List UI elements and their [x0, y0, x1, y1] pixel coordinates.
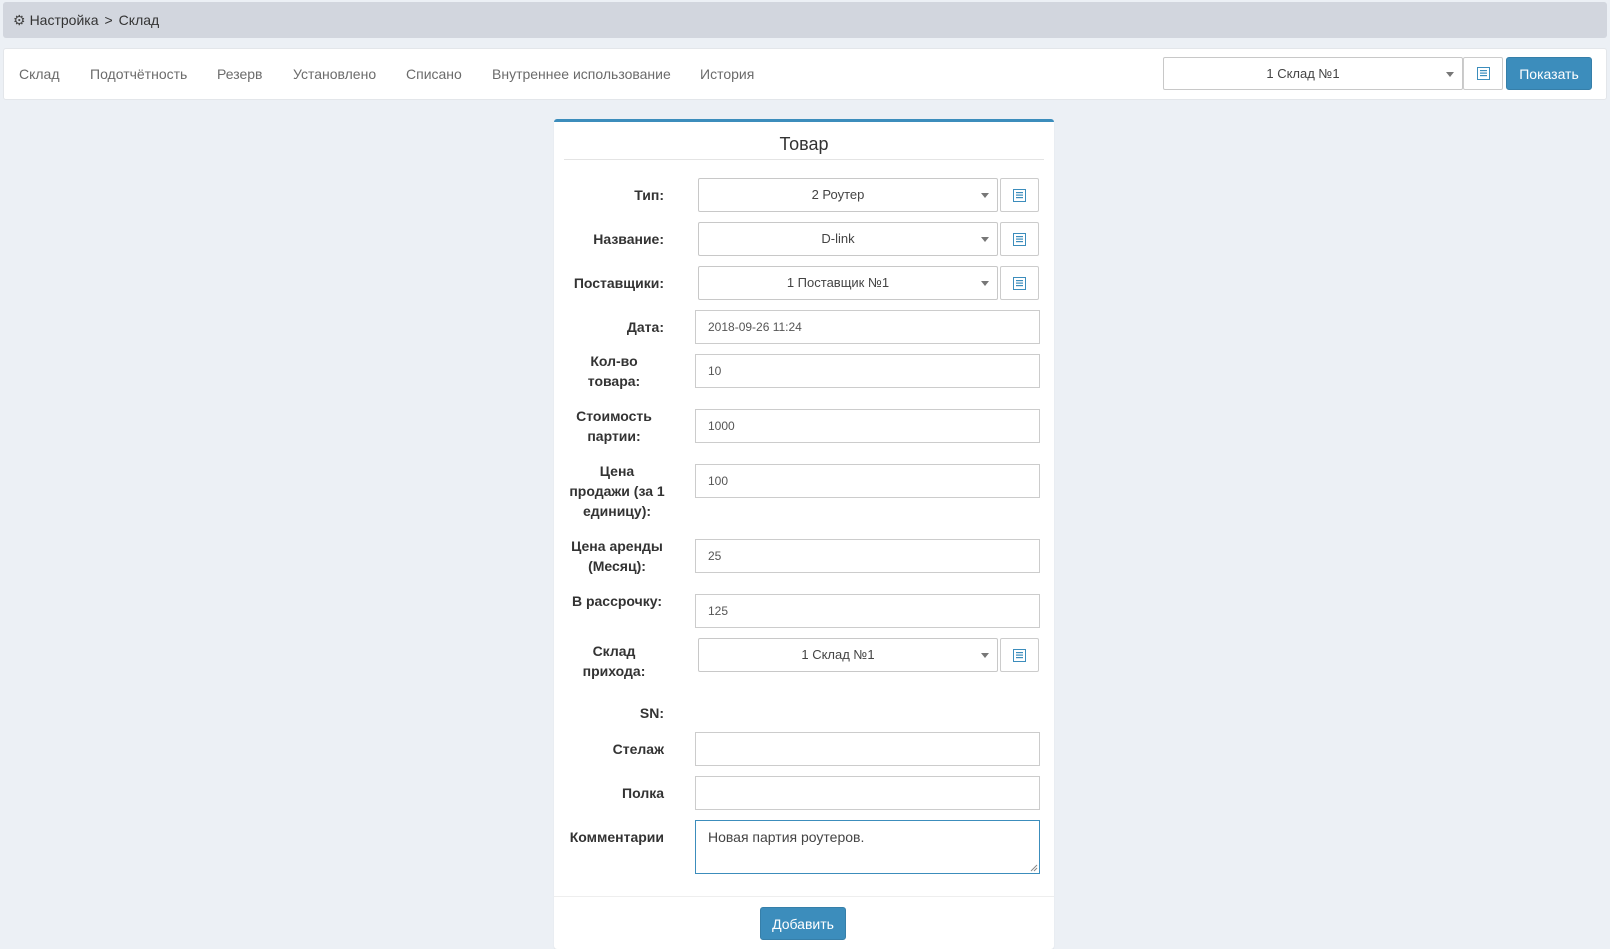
title-divider — [564, 159, 1044, 160]
breadcrumb-separator: > — [104, 12, 113, 28]
gear-icon: ⚙ — [13, 11, 26, 28]
sale-price-label-line2: продажи (за 1 — [569, 483, 665, 499]
arrival-warehouse-label-line1: Склад — [592, 643, 636, 659]
name-select-value: D-link — [821, 231, 855, 246]
rent-price-label: Цена аренды (Месяц): — [558, 536, 676, 576]
chevron-down-icon — [981, 281, 989, 286]
rack-label: Стелаж — [612, 741, 664, 757]
chevron-down-icon — [981, 237, 989, 242]
resize-grip-icon[interactable] — [1030, 864, 1038, 872]
batch-cost-label-line1: Стоимость — [576, 408, 652, 424]
breadcrumb-parent[interactable]: Настройка — [30, 12, 99, 28]
date-label: Дата: — [626, 319, 664, 335]
name-list-button[interactable] — [1000, 222, 1039, 256]
rent-price-label-line2: (Месяц): — [588, 558, 646, 574]
sn-label: SN: — [639, 705, 664, 721]
rent-price-input[interactable] — [695, 539, 1040, 573]
tab-internal-use[interactable]: Внутреннее использование — [492, 66, 671, 82]
type-list-button[interactable] — [1000, 178, 1039, 212]
tab-reserve[interactable]: Резерв — [217, 66, 262, 82]
sale-price-label: Цена продажи (за 1 единицу): — [558, 461, 676, 521]
type-label: Тип: — [634, 187, 664, 203]
rent-price-label-line1: Цена аренды — [571, 538, 663, 554]
footer-divider — [554, 896, 1054, 897]
sale-price-label-line3: единицу): — [582, 503, 652, 519]
arrival-warehouse-label: Склад прихода: — [564, 641, 664, 681]
top-nav: Склад Подотчётность Резерв Установлено С… — [3, 48, 1607, 100]
sale-price-label-line1: Цена — [599, 463, 635, 479]
arrival-warehouse-list-button[interactable] — [1000, 638, 1039, 672]
rack-input[interactable] — [695, 732, 1040, 766]
warehouse-filter-select[interactable]: 1 Склад №1 — [1163, 57, 1463, 90]
quantity-input[interactable] — [695, 354, 1040, 388]
chevron-down-icon — [1446, 71, 1454, 77]
breadcrumb-current: Склад — [118, 12, 160, 28]
list-icon — [1013, 648, 1026, 662]
type-select[interactable]: 2 Роутер — [698, 178, 998, 212]
batch-cost-label-line2: партии: — [587, 428, 641, 444]
date-input[interactable] — [695, 310, 1040, 344]
batch-cost-input[interactable] — [695, 409, 1040, 443]
type-select-value: 2 Роутер — [811, 187, 865, 202]
name-select[interactable]: D-link — [698, 222, 998, 256]
shelf-input[interactable] — [695, 776, 1040, 810]
quantity-label-line1: Кол-во — [590, 353, 638, 369]
form-title: Товар — [779, 134, 829, 154]
show-button[interactable]: Показать — [1506, 57, 1592, 90]
suppliers-select[interactable]: 1 Поставщик №1 — [698, 266, 998, 300]
batch-cost-label: Стоимость партии: — [564, 406, 664, 446]
arrival-warehouse-select-value: 1 Склад №1 — [801, 647, 875, 662]
warehouse-filter-value: 1 Склад №1 — [1266, 66, 1340, 81]
tab-written-off[interactable]: Списано — [406, 66, 462, 82]
shelf-label: Полка — [622, 785, 664, 801]
installment-label: В рассрочку: — [571, 593, 663, 609]
comments-textarea[interactable]: Новая партия роутеров. — [695, 820, 1040, 874]
suppliers-select-value: 1 Поставщик №1 — [786, 275, 890, 290]
tab-history[interactable]: История — [700, 66, 754, 82]
arrival-warehouse-label-line2: прихода: — [582, 663, 646, 679]
chevron-down-icon — [981, 193, 989, 198]
comments-label: Комментарии — [569, 829, 664, 845]
product-form-panel: Товар Тип: 2 Роутер Название: D-link Пос… — [554, 119, 1054, 949]
installment-input[interactable] — [695, 594, 1040, 628]
arrival-warehouse-select[interactable]: 1 Склад №1 — [698, 638, 998, 672]
tab-accountability[interactable]: Подотчётность — [90, 66, 187, 82]
list-icon — [1476, 67, 1490, 80]
warehouse-filter-list-button[interactable] — [1463, 57, 1503, 90]
name-label: Название: — [593, 231, 664, 247]
add-button[interactable]: Добавить — [760, 907, 846, 940]
quantity-label-line2: товара: — [587, 373, 641, 389]
suppliers-list-button[interactable] — [1000, 266, 1039, 300]
suppliers-label: Поставщики: — [573, 275, 664, 291]
list-icon — [1013, 276, 1026, 290]
breadcrumb: ⚙ Настройка > Склад — [3, 2, 1607, 38]
quantity-label: Кол-во товара: — [564, 351, 664, 391]
list-icon — [1013, 188, 1026, 202]
sale-price-input[interactable] — [695, 464, 1040, 498]
tab-warehouse[interactable]: Склад — [19, 66, 60, 82]
list-icon — [1013, 232, 1026, 246]
chevron-down-icon — [981, 653, 989, 658]
tab-installed[interactable]: Установлено — [293, 66, 376, 82]
